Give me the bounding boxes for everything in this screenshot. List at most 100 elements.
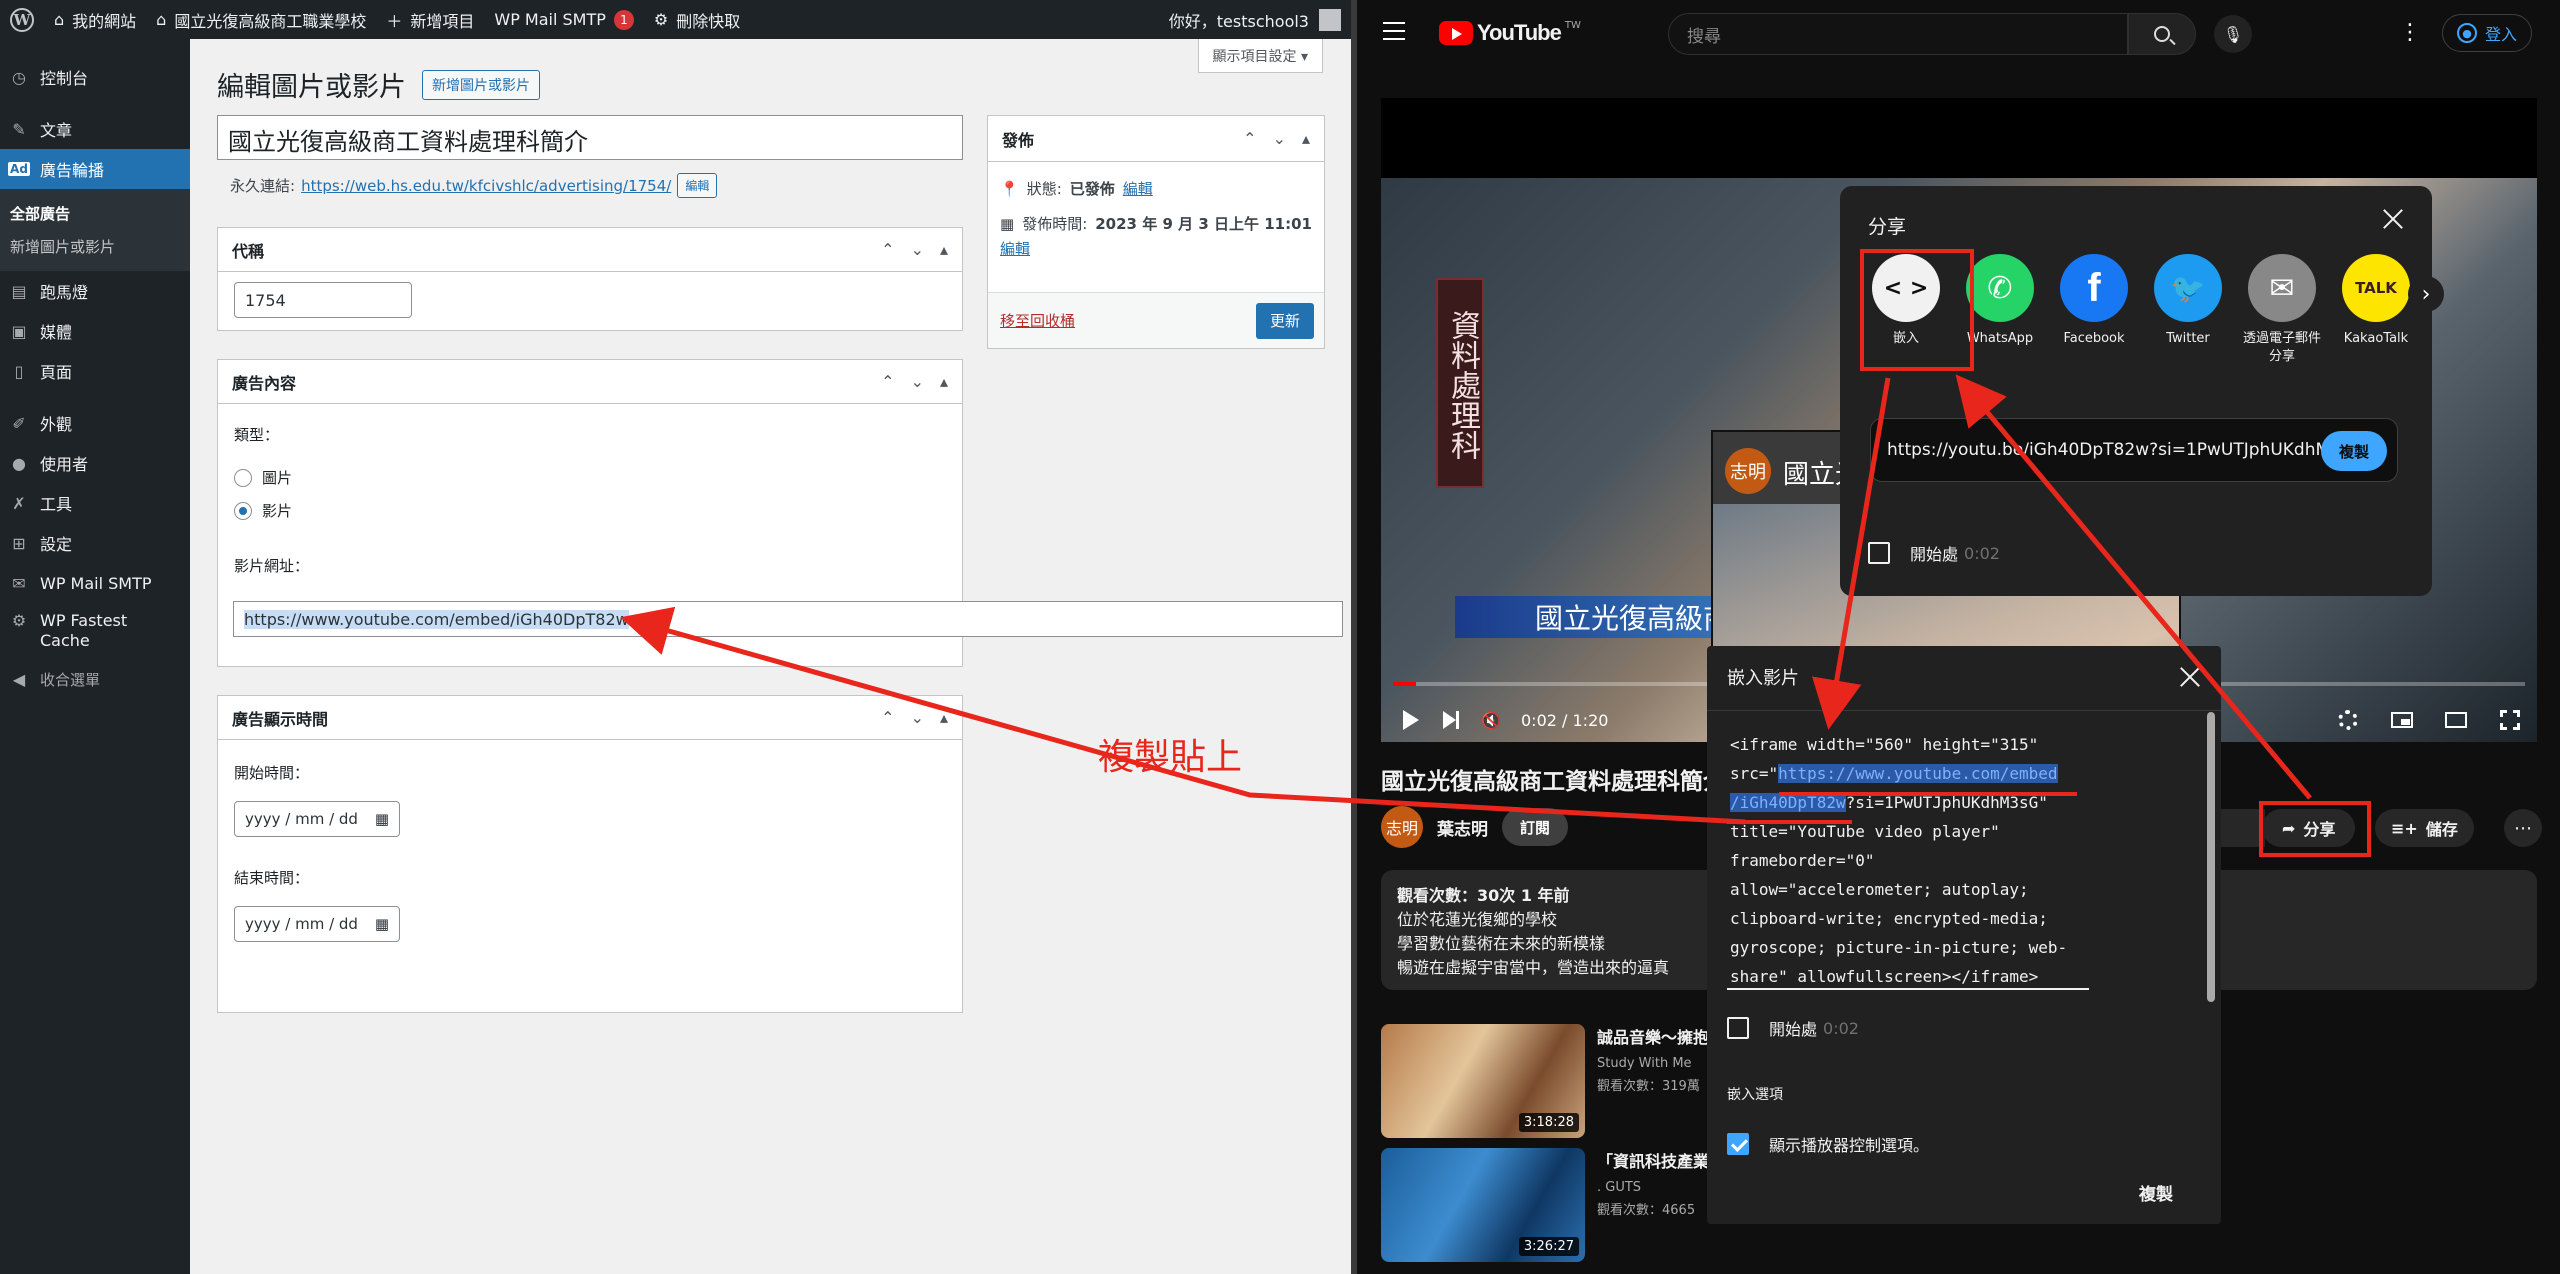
metabox-controls[interactable]: ⌃ ⌄ ▴ — [1243, 129, 1310, 148]
delete-cache-menu[interactable]: ⚙ 刪除快取 — [644, 0, 750, 39]
youtube-logo[interactable]: YouTube TW — [1439, 20, 1581, 46]
chevron-up-icon[interactable]: ⌃ — [1243, 129, 1256, 148]
channel-avatar[interactable]: 志明 — [1381, 806, 1423, 848]
date-edit-link[interactable]: 編輯 — [1000, 238, 1030, 259]
share-target-email[interactable]: ✉ 透過電子郵件分享 — [2243, 254, 2321, 366]
play-button[interactable] — [1391, 700, 1431, 740]
radio-button[interactable] — [234, 501, 252, 520]
subscribe-button[interactable]: 訂閱 — [1502, 808, 1569, 846]
hamburger-menu-icon[interactable] — [1383, 22, 1405, 40]
settings-button[interactable] — [2321, 700, 2375, 740]
video-url-input[interactable]: https://www.youtube.com/embed/iGh40DpT82… — [233, 601, 1343, 637]
account-menu[interactable]: 你好，testschool3 — [1169, 0, 1341, 39]
copy-url-button[interactable]: 複製 — [2320, 431, 2387, 471]
sidebar-item-media[interactable]: ▣ 媒體 — [0, 311, 190, 351]
voice-search-button[interactable]: 🎙 — [2214, 15, 2252, 53]
metabox-controls[interactable]: ⌃ ⌄ ▴ — [881, 708, 948, 727]
chevron-down-icon[interactable]: ⌄ — [1273, 129, 1286, 148]
chevron-down-icon[interactable]: ⌄ — [911, 372, 924, 391]
share-target-kakaotalk[interactable]: TALK KakaoTalk — [2340, 254, 2412, 348]
share-target-twitter[interactable]: 🐦 Twitter — [2152, 254, 2224, 348]
recommended-video[interactable]: 3:18:28 誠品音樂～擁抱 Study With Me 觀看次數：319萬 — [1381, 1024, 1707, 1138]
sidebar-item-posts[interactable]: ✎ 文章 — [0, 109, 190, 149]
start-date-input[interactable]: yyyy / mm / dd ▦ — [234, 801, 400, 837]
chevron-up-icon[interactable]: ⌃ — [881, 708, 894, 727]
fullscreen-button[interactable] — [2483, 700, 2537, 740]
start-at-checkbox[interactable] — [1868, 542, 1890, 564]
smtp-menu[interactable]: WP Mail SMTP 1 — [484, 0, 644, 39]
show-controls-checkbox[interactable] — [1727, 1133, 1749, 1155]
permalink-edit-button[interactable]: 編輯 — [677, 173, 718, 198]
start-at-row[interactable]: 開始處 0:02 — [1868, 541, 2000, 565]
chevron-down-icon[interactable]: ⌄ — [911, 708, 924, 727]
copy-embed-button[interactable]: 複製 — [2139, 1180, 2173, 1205]
chevron-up-icon[interactable]: ⌃ — [881, 372, 894, 391]
next-button[interactable] — [1431, 700, 1471, 740]
close-icon[interactable] — [2179, 666, 2201, 688]
chevron-down-icon[interactable]: ⌄ — [911, 240, 924, 259]
slug-input[interactable]: 1754 — [234, 282, 412, 318]
save-button[interactable]: ≡+ 儲存 — [2375, 809, 2474, 847]
more-options-icon[interactable]: ⋮ — [2399, 20, 2421, 45]
embed-option-controls[interactable]: 顯示播放器控制選項。 — [1727, 1132, 1929, 1156]
miniplayer-button[interactable] — [2375, 700, 2429, 740]
submenu-new-ad[interactable]: 新增圖片或影片 — [0, 230, 190, 263]
my-sites-menu[interactable]: ⌂ 我的網站 — [44, 0, 146, 39]
chevron-up-icon[interactable]: ⌃ — [881, 240, 894, 259]
calendar-icon[interactable]: ▦ — [375, 915, 389, 933]
mute-button[interactable]: 🔇 — [1471, 700, 1511, 740]
metabox-controls[interactable]: ⌃ ⌄ ▴ — [881, 240, 948, 259]
video-thumbnail[interactable]: 3:26:27 — [1381, 1148, 1585, 1262]
embed-start-at-row[interactable]: 開始處 0:02 — [1727, 1016, 1859, 1040]
radio-image[interactable]: 圖片 — [234, 467, 946, 488]
recommended-video[interactable]: 3:26:27 「資訊科技產業 . GUTS 觀看次數：4665 — [1381, 1148, 1707, 1262]
trash-link[interactable]: 移至回收桶 — [1000, 310, 1075, 331]
status-edit-link[interactable]: 編輯 — [1123, 178, 1153, 199]
scrollbar[interactable] — [2207, 712, 2215, 1002]
more-actions-button[interactable]: ⋯ — [2504, 809, 2542, 847]
search-input[interactable]: 搜尋 — [1668, 13, 2128, 55]
sidebar-item-users[interactable]: ● 使用者 — [0, 443, 190, 483]
sidebar-item-appearance[interactable]: ✐ 外觀 — [0, 403, 190, 443]
toggle-icon[interactable]: ▴ — [940, 240, 948, 259]
sign-in-button[interactable]: ● 登入 — [2442, 14, 2533, 52]
video-thumbnail[interactable]: 3:18:28 — [1381, 1024, 1585, 1138]
sidebar-item-marquee[interactable]: ▤ 跑馬燈 — [0, 271, 190, 311]
submenu-all-ads[interactable]: 全部廣告 — [0, 197, 190, 230]
radio-video[interactable]: 影片 — [234, 500, 946, 521]
close-icon[interactable] — [2382, 208, 2404, 230]
permalink-link[interactable]: https://web.hs.edu.tw/kfcivshlc/advertis… — [301, 177, 671, 195]
metabox-controls[interactable]: ⌃ ⌄ ▴ — [881, 372, 948, 391]
share-target-whatsapp[interactable]: ✆ WhatsApp — [1964, 254, 2036, 348]
start-at-checkbox[interactable] — [1727, 1017, 1749, 1039]
sidebar-item-fastest-cache[interactable]: ⚙ WP Fastest Cache — [0, 603, 190, 659]
share-next-button[interactable]: › — [2408, 276, 2444, 312]
sidebar-item-mail-smtp[interactable]: ✉ WP Mail SMTP — [0, 563, 190, 603]
new-content-menu[interactable]: ＋ 新增項目 — [376, 0, 484, 39]
collapse-menu[interactable]: ◀ 收合選單 — [0, 659, 190, 699]
theater-button[interactable] — [2429, 700, 2483, 740]
end-date-input[interactable]: yyyy / mm / dd ▦ — [234, 906, 400, 942]
screen-options-button[interactable]: 顯示項目設定 ▾ — [1197, 39, 1323, 73]
search-button[interactable] — [2128, 13, 2196, 55]
toggle-icon[interactable]: ▴ — [940, 708, 948, 727]
radio-button[interactable] — [234, 468, 252, 487]
embed-code-textarea[interactable]: <iframe width="560" height="315" src="htt… — [1730, 730, 2090, 991]
permalink-row: 永久連結: https://web.hs.edu.tw/kfcivshlc/ad… — [230, 173, 718, 198]
toggle-icon[interactable]: ▴ — [1302, 129, 1310, 148]
share-url-field[interactable]: https://youtu.be/iGh40DpT82w?si=1PwUTJph… — [1870, 418, 2398, 482]
sidebar-item-settings[interactable]: ⊞ 設定 — [0, 523, 190, 563]
calendar-icon[interactable]: ▦ — [375, 810, 389, 828]
toggle-icon[interactable]: ▴ — [940, 372, 948, 391]
sidebar-item-tools[interactable]: ✗ 工具 — [0, 483, 190, 523]
sidebar-item-pages[interactable]: ▯ 頁面 — [0, 351, 190, 391]
share-target-facebook[interactable]: f Facebook — [2058, 254, 2130, 348]
sidebar-item-ads[interactable]: Ad 廣告輪播 — [0, 149, 190, 189]
sidebar-item-dashboard[interactable]: ◷ 控制台 — [0, 57, 190, 97]
update-button[interactable]: 更新 — [1255, 302, 1314, 339]
post-title-input[interactable]: 國立光復高級商工資料處理科簡介 — [217, 115, 963, 160]
add-new-button[interactable]: 新增圖片或影片 — [422, 69, 540, 100]
wp-logo-menu[interactable]: W — [0, 0, 44, 39]
channel-name[interactable]: 葉志明 — [1437, 815, 1488, 840]
site-name-menu[interactable]: ⌂ 國立光復高級商工職業學校 — [146, 0, 376, 39]
